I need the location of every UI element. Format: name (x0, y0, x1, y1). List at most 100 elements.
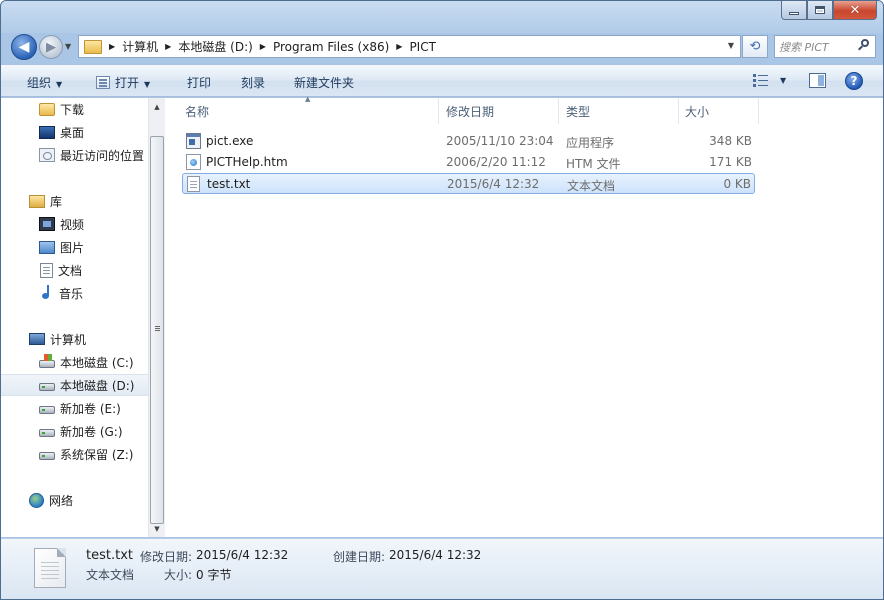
computer-icon (29, 333, 45, 345)
file-date: 2006/2/20 11:12 (446, 155, 546, 169)
nav-item-drive-e[interactable]: 新加卷 (E:) (1, 397, 148, 419)
drive-icon (39, 383, 55, 391)
maximize-button[interactable] (807, 1, 833, 20)
network-icon (29, 492, 44, 508)
nav-item-libraries[interactable]: 库 (1, 190, 148, 212)
minimize-button[interactable] (781, 1, 807, 20)
drive-icon (39, 429, 55, 437)
details-created-value: 2015/6/4 12:32 (389, 548, 482, 562)
details-modified-value: 2015/6/4 12:32 (196, 548, 289, 562)
nav-item-label: 最近访问的位置 (60, 148, 145, 163)
column-header-name[interactable]: ▲ 名称 (166, 95, 439, 124)
txt-icon (187, 176, 200, 192)
nav-item-music[interactable]: 音乐 (1, 282, 148, 304)
exe-icon (186, 133, 201, 149)
search-icon[interactable] (858, 39, 870, 51)
nav-item-computer[interactable]: 计算机 (1, 328, 148, 350)
nav-item-pictures[interactable]: 图片 (1, 236, 148, 258)
caption-buttons: ✕ (781, 1, 877, 20)
breadcrumb-pict[interactable]: PICT (409, 40, 435, 54)
address-dropdown-icon[interactable]: ▼ (728, 41, 734, 50)
content-area: 下载 桌面 最近访问的位置 库 视频 图片 文档 音乐 计算机 本地磁盘 (C:… (1, 95, 883, 537)
nav-item-downloads[interactable]: 下载 (1, 98, 148, 120)
preview-pane-icon[interactable] (809, 73, 826, 88)
nav-item-label: 新加卷 (E:) (60, 401, 121, 416)
help-icon[interactable]: ? (845, 72, 863, 90)
file-row-picthelp-htm[interactable]: PICTHelp.htm 2006/2/20 11:12 HTM 文件 171 … (182, 152, 755, 173)
nav-item-network[interactable]: 网络 (1, 489, 148, 511)
column-header-label: 大小 (685, 104, 710, 119)
nav-item-drive-g[interactable]: 新加卷 (G:) (1, 420, 148, 442)
organize-label: 组织 (27, 76, 52, 90)
search-box[interactable] (774, 35, 876, 58)
nav-item-recent-places[interactable]: 最近访问的位置 (1, 144, 148, 166)
file-size: 171 KB (709, 155, 752, 169)
libraries-icon (29, 194, 45, 208)
close-button[interactable]: ✕ (833, 1, 877, 20)
column-header-size[interactable]: 大小 (679, 98, 759, 124)
nav-item-documents[interactable]: 文档 (1, 259, 148, 281)
breadcrumb-separator-icon[interactable]: ▶ (396, 42, 402, 51)
breadcrumb-separator-icon[interactable]: ▶ (109, 42, 115, 51)
view-dropdown-icon[interactable]: ▼ (780, 76, 786, 85)
video-icon (39, 217, 55, 231)
breadcrumb-separator-icon[interactable]: ▶ (165, 42, 171, 51)
pictures-icon (39, 240, 55, 254)
organize-menu-button[interactable]: 组织 ▼ (27, 74, 62, 91)
maximize-icon (815, 6, 825, 14)
search-input[interactable] (779, 39, 853, 55)
minimize-icon (789, 11, 799, 15)
nav-item-drive-d[interactable]: 本地磁盘 (D:) (1, 374, 148, 396)
file-size: 348 KB (709, 134, 752, 148)
nav-item-desktop[interactable]: 桌面 (1, 121, 148, 143)
nav-item-label: 桌面 (60, 125, 85, 140)
nav-pane-scrollbar[interactable]: ▲ ▼ (148, 98, 165, 537)
file-name: PICTHelp.htm (206, 155, 288, 169)
file-type: HTM 文件 (566, 157, 621, 171)
nav-item-label: 文档 (58, 263, 83, 278)
file-size: 0 KB (723, 177, 751, 191)
file-row-pict-exe[interactable]: pict.exe 2005/11/10 23:04 应用程序 348 KB (182, 131, 755, 152)
drive-icon (39, 406, 55, 414)
nav-item-drive-c[interactable]: 本地磁盘 (C:) (1, 351, 148, 373)
breadcrumb-separator-icon[interactable]: ▶ (260, 42, 266, 51)
back-button[interactable]: ◀ (11, 34, 37, 60)
open-icon (96, 76, 110, 89)
details-file-type: 文本文档 (86, 568, 135, 582)
desktop-icon (39, 125, 55, 139)
explorer-window: ✕ ◀ ▶ ▼ ▶ 计算机 ▶ 本地磁盘 (D:) ▶ Program File… (0, 0, 884, 600)
navigation-pane: 下载 桌面 最近访问的位置 库 视频 图片 文档 音乐 计算机 本地磁盘 (C:… (1, 98, 148, 537)
column-header-type[interactable]: 类型 (559, 98, 679, 124)
new-folder-button[interactable]: 新建文件夹 (294, 74, 354, 91)
refresh-button[interactable]: ⟲ (742, 35, 768, 58)
print-button[interactable]: 打印 (187, 74, 211, 91)
scroll-up-icon[interactable]: ▲ (149, 98, 165, 115)
burn-button[interactable]: 刻录 (241, 74, 265, 91)
command-bar: 组织 ▼ 打开 ▼ 打印 刻录 新建文件夹 ▼ ? (1, 64, 883, 97)
file-row-test-txt[interactable]: test.txt 2015/6/4 12:32 文本文档 0 KB (182, 173, 755, 194)
breadcrumb-computer[interactable]: 计算机 (122, 38, 158, 55)
breadcrumb-drive-d[interactable]: 本地磁盘 (D:) (178, 38, 252, 55)
music-icon (40, 285, 54, 301)
open-menu-button[interactable]: 打开 ▼ (96, 74, 150, 91)
file-type: 文本文档 (567, 179, 616, 193)
scrollbar-thumb[interactable] (150, 136, 164, 524)
scroll-down-icon[interactable]: ▼ (149, 520, 165, 537)
recent-places-icon (39, 148, 55, 162)
breadcrumb-program-files[interactable]: Program Files (x86) (273, 40, 389, 54)
forward-button[interactable]: ▶ (39, 35, 63, 59)
change-view-icon[interactable] (753, 74, 769, 87)
nav-item-videos[interactable]: 视频 (1, 213, 148, 235)
details-modified-label: 修改日期: (140, 550, 193, 564)
forward-arrow-icon: ▶ (46, 39, 56, 55)
address-row: ◀ ▶ ▼ ▶ 计算机 ▶ 本地磁盘 (D:) ▶ Program Files … (1, 33, 883, 61)
refresh-icon: ⟲ (749, 39, 761, 54)
address-bar[interactable]: ▶ 计算机 ▶ 本地磁盘 (D:) ▶ Program Files (x86) … (78, 35, 741, 58)
recent-pages-dropdown[interactable]: ▼ (65, 42, 71, 51)
nav-item-label: 网络 (49, 493, 74, 508)
nav-item-label: 音乐 (59, 286, 84, 301)
back-arrow-icon: ◀ (18, 39, 30, 55)
column-header-date[interactable]: 修改日期 (439, 98, 559, 124)
nav-item-drive-z[interactable]: 系统保留 (Z:) (1, 443, 148, 465)
nav-item-label: 库 (50, 194, 63, 209)
